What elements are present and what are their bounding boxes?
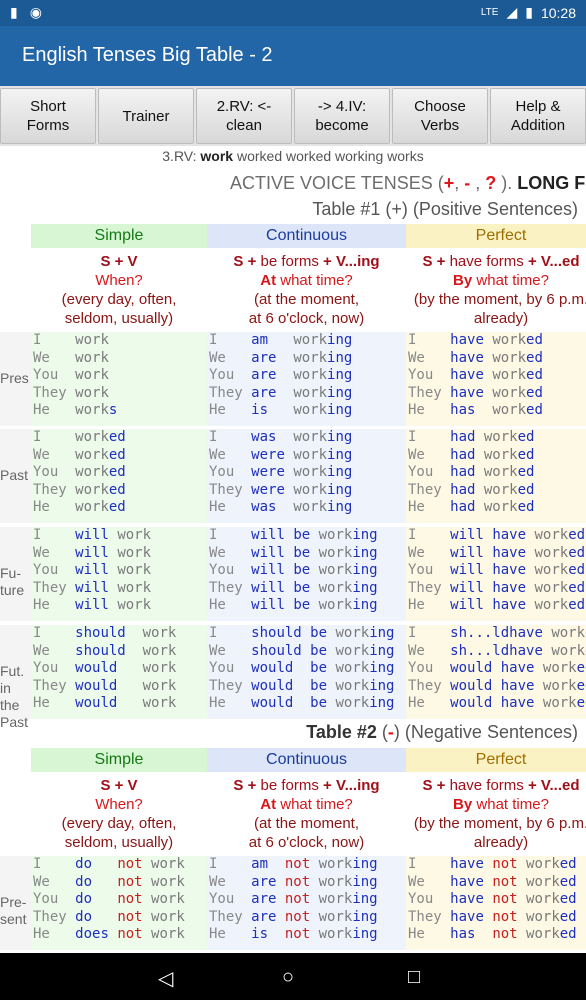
- continuous-block-4: I am not working We are not working You ar…: [207, 856, 406, 950]
- simple-block-1: I worked We worked You worked They worked He…: [31, 429, 207, 523]
- toolbar: Short Forms Trainer 2.RV: <- clean -> 4.…: [0, 86, 586, 146]
- row-label-present: Pres: [0, 332, 31, 426]
- perfect-block-1: I had worked We had worked You had worked T…: [406, 429, 586, 523]
- simple-column-header-2: Simple S + V When? (every day, often, se…: [31, 748, 207, 853]
- tenses-content[interactable]: 3.RV: work worked worked working works A…: [0, 146, 586, 953]
- back-icon[interactable]: ◁: [158, 966, 173, 991]
- row-label-future-in-past: Fut. in the Past: [0, 625, 31, 730]
- simple-block-2: I will work We will work You will work They…: [31, 527, 207, 621]
- recents-icon[interactable]: □: [408, 966, 420, 989]
- help-button[interactable]: Help & Addition: [490, 88, 586, 144]
- perfect-block-4: I have not worked We have not worked You h…: [406, 856, 586, 950]
- row-label-future: Fu- ture: [0, 527, 31, 621]
- next-verb-button[interactable]: -> 4.IV: become: [294, 88, 390, 144]
- android-icon: ◉: [29, 4, 42, 20]
- table2-title: Table #2 (-) (Negative Sentences): [306, 722, 578, 742]
- continuous-column-header-2: Continuous S + be forms + V...ing At wha…: [207, 748, 406, 853]
- row-label-past: Past: [0, 429, 31, 523]
- previous-verb-button[interactable]: 2.RV: <- clean: [196, 88, 292, 144]
- sd-card-icon: ▮: [10, 4, 18, 20]
- simple-block-3: I should work We should work You would wor…: [31, 625, 207, 719]
- perfect-column-header-2: Perfect S + have forms + V...ed By what …: [406, 748, 586, 853]
- table1-title: Table #1 (+) (Positive Sentences): [312, 199, 578, 219]
- perfect-column-header: Perfect S + have forms + V...ed By what …: [406, 224, 586, 329]
- current-verb: work: [200, 148, 234, 164]
- continuous-column-header: Continuous S + be forms + V...ing At wha…: [207, 224, 406, 329]
- continuous-block-3: I should be working We should be working Y…: [207, 625, 406, 719]
- status-bar: ▮ ◉ LTE ◢ ▮ 10:28: [0, 0, 586, 26]
- signal-icon: ◢: [506, 4, 518, 20]
- lte-label: LTE: [480, 7, 499, 18]
- navigation-bar: ◁ ○ □: [0, 953, 586, 1000]
- perfect-block-2: I will have worked We will have worked You…: [406, 527, 586, 621]
- app-bar: English Tenses Big Table - 2: [0, 26, 586, 86]
- app-title: English Tenses Big Table - 2: [22, 44, 273, 66]
- short-forms-button[interactable]: Short Forms: [0, 88, 96, 144]
- simple-block-0: I work We work You work They work He works: [31, 332, 207, 426]
- choose-verbs-button[interactable]: Choose Verbs: [392, 88, 488, 144]
- battery-icon: ▮: [525, 4, 533, 20]
- continuous-block-1: I was working We were working You were wor…: [207, 429, 406, 523]
- home-icon[interactable]: ○: [282, 966, 294, 989]
- verb-forms-line: 3.RV: work worked worked working works: [162, 148, 424, 164]
- perfect-block-3: I sh...ldhave workedWe sh...ldhave worke…: [406, 625, 586, 719]
- simple-block-4: I do not work We do not work You do not wo…: [31, 856, 207, 950]
- trainer-button[interactable]: Trainer: [98, 88, 194, 144]
- perfect-block-0: I have worked We have worked You have work…: [406, 332, 586, 426]
- active-voice-heading: ACTIVE VOICE TENSES (+, - , ? ). LONG F: [230, 173, 586, 193]
- simple-column-header: Simple S + V When? (every day, often, se…: [31, 224, 207, 329]
- continuous-block-2: I will be working We will be working You w…: [207, 527, 406, 621]
- continuous-block-0: I am working We are working You are workin…: [207, 332, 406, 426]
- clock: 10:28: [540, 4, 576, 21]
- row-label-present-negative: Pre- sent: [0, 856, 31, 950]
